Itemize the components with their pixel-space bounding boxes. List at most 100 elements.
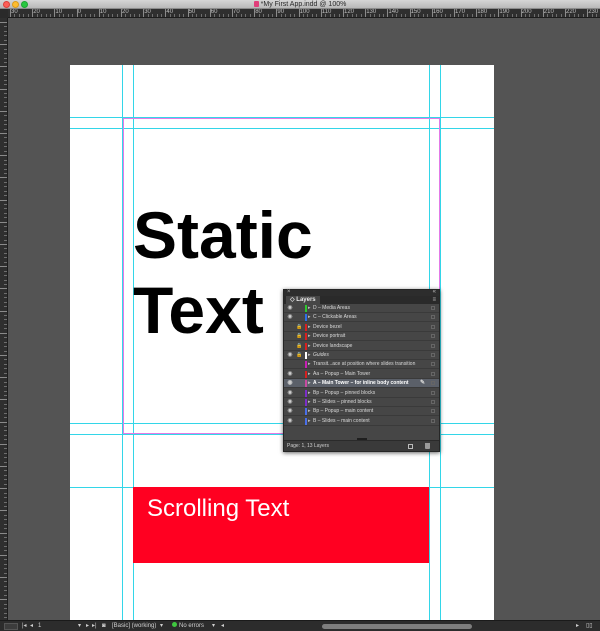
expand-triangle-icon[interactable]: ▸ bbox=[308, 342, 311, 351]
layer-target-box[interactable] bbox=[431, 409, 435, 414]
zoom-field[interactable] bbox=[4, 623, 18, 630]
lock-icon[interactable]: 🔒 bbox=[296, 342, 303, 351]
layer-row[interactable]: ◉ ▸ D – Media Areas bbox=[284, 304, 439, 313]
lock-icon[interactable]: 🔒 bbox=[296, 323, 303, 332]
scroll-right-icon[interactable]: ▸ bbox=[576, 621, 579, 631]
ruler-minor-tick bbox=[4, 412, 7, 414]
visibility-eye-icon[interactable]: ◉ bbox=[286, 370, 294, 379]
visibility-eye-icon[interactable] bbox=[286, 332, 294, 341]
lock-icon[interactable] bbox=[296, 360, 303, 369]
layer-row[interactable]: 🔒 ▸ Device portrait bbox=[284, 332, 439, 342]
expand-triangle-icon[interactable]: ▸ bbox=[308, 389, 311, 398]
visibility-eye-icon[interactable]: ◉ bbox=[286, 417, 294, 426]
prev-page-icon[interactable]: ◂ bbox=[30, 621, 33, 631]
expand-triangle-icon[interactable]: ▸ bbox=[308, 398, 311, 407]
layer-target-box[interactable] bbox=[431, 418, 435, 423]
ruler-minor-tick bbox=[36, 14, 38, 17]
ruler-minor-tick bbox=[4, 550, 7, 552]
split-window-icon[interactable]: ▯▯ bbox=[586, 621, 593, 631]
expand-triangle-icon[interactable]: ▸ bbox=[308, 370, 311, 379]
visibility-eye-icon[interactable]: ◉ bbox=[286, 351, 294, 360]
visibility-eye-icon[interactable]: ◉ bbox=[286, 389, 294, 398]
layer-row[interactable]: ◉ ▸ Bp – Popup – main content bbox=[284, 407, 439, 417]
first-page-icon[interactable]: |◂ bbox=[22, 621, 27, 631]
expand-triangle-icon[interactable]: ▸ bbox=[308, 323, 311, 332]
lock-icon[interactable] bbox=[296, 389, 303, 398]
lock-icon[interactable]: 🔒 bbox=[296, 332, 303, 341]
new-layer-icon[interactable] bbox=[408, 444, 413, 449]
lock-icon[interactable] bbox=[296, 398, 303, 407]
lock-icon[interactable] bbox=[296, 304, 303, 313]
layer-target-box[interactable] bbox=[431, 362, 435, 367]
tab-layers[interactable]: ◇ Layers bbox=[286, 296, 320, 304]
ruler-minor-tick bbox=[378, 14, 380, 17]
visibility-eye-icon[interactable] bbox=[286, 323, 294, 332]
lock-icon[interactable] bbox=[296, 417, 303, 426]
ruler-origin[interactable] bbox=[0, 9, 8, 18]
page-number[interactable]: 1 bbox=[38, 621, 41, 631]
horizontal-scrollbar-thumb[interactable] bbox=[322, 624, 472, 629]
page-menu-chevron-icon[interactable]: ▾ bbox=[78, 621, 81, 631]
layer-row[interactable]: ◉ ▸ Bp – Popup – pinned blocks bbox=[284, 389, 439, 398]
layer-target-box[interactable] bbox=[431, 400, 435, 404]
panel-close-icon[interactable]: × bbox=[287, 289, 291, 296]
layer-row[interactable]: ◉ ▸ A – Main Tower – for inline body conte… bbox=[284, 379, 439, 389]
layer-row[interactable]: ◉ ▸ Aa – Popup – Main Tower bbox=[284, 370, 439, 379]
visibility-eye-icon[interactable]: ◉ bbox=[286, 398, 294, 407]
lock-icon[interactable] bbox=[296, 379, 303, 388]
ruler-minor-tick bbox=[391, 14, 393, 17]
expand-triangle-icon[interactable]: ▸ bbox=[308, 407, 311, 416]
layer-row[interactable]: ◉ ▸ B – Slides – pinned blocks bbox=[284, 398, 439, 407]
scroll-left-icon[interactable]: ◂ bbox=[221, 621, 224, 631]
next-page-icon[interactable]: ▸ bbox=[86, 621, 89, 631]
ruler-minor-tick bbox=[4, 159, 7, 161]
layer-target-box[interactable] bbox=[431, 371, 435, 376]
visibility-eye-icon[interactable]: ◉ bbox=[286, 379, 294, 388]
layer-target-box[interactable] bbox=[431, 315, 435, 320]
lock-icon[interactable]: 🔒 bbox=[296, 351, 303, 360]
visibility-eye-icon[interactable] bbox=[286, 360, 294, 369]
last-page-icon[interactable]: ▸| bbox=[92, 621, 97, 631]
visibility-eye-icon[interactable] bbox=[286, 342, 294, 351]
panel-collapse-icon[interactable]: « bbox=[433, 289, 436, 296]
scrolling-text-frame[interactable]: Scrolling Text bbox=[133, 487, 429, 563]
preflight-menu-chevron-icon[interactable]: ▾ bbox=[212, 621, 215, 631]
layer-row[interactable]: ▸ Transit...ace at position where slides … bbox=[284, 360, 439, 370]
expand-triangle-icon[interactable]: ▸ bbox=[308, 304, 311, 313]
preflight-profile-chevron-icon[interactable]: ▾ bbox=[160, 621, 163, 631]
layer-target-box[interactable] bbox=[431, 343, 435, 348]
layer-row[interactable]: ◉ ▸ B – Slides – main content bbox=[284, 417, 439, 426]
ruler-minor-tick bbox=[4, 474, 7, 476]
horizontal-ruler[interactable]: 30 20 10 0 10 20 30 40 50 60 70 80 90 100 110 120 130 140… bbox=[8, 9, 600, 18]
trash-icon[interactable] bbox=[425, 443, 430, 449]
expand-triangle-icon[interactable]: ▸ bbox=[308, 351, 311, 360]
expand-triangle-icon[interactable]: ▸ bbox=[308, 360, 311, 369]
visibility-eye-icon[interactable]: ◉ bbox=[286, 407, 294, 416]
layer-target-box[interactable] bbox=[431, 306, 435, 310]
layers-panel[interactable]: × « ◇ Layers ≡ ◉ ▸ D – Media Areas ◉ ▸ C – Cl… bbox=[283, 289, 440, 452]
panel-menu-icon[interactable]: ≡ bbox=[432, 296, 436, 304]
layer-row[interactable]: 🔒 ▸ Device landscape bbox=[284, 342, 439, 351]
expand-triangle-icon[interactable]: ▸ bbox=[308, 313, 311, 322]
lock-icon[interactable] bbox=[296, 370, 303, 379]
layer-target-box[interactable] bbox=[431, 324, 435, 329]
layer-target-box[interactable] bbox=[431, 353, 435, 357]
layer-row[interactable]: ◉ ▸ C – Clickable Areas bbox=[284, 313, 439, 323]
layer-target-box[interactable] bbox=[431, 381, 435, 386]
column-guide[interactable] bbox=[440, 65, 441, 620]
expand-triangle-icon[interactable]: ▸ bbox=[308, 417, 311, 426]
preflight-profile[interactable]: [Basic] (working) bbox=[112, 621, 156, 631]
vertical-ruler[interactable] bbox=[0, 18, 8, 620]
lock-icon[interactable] bbox=[296, 313, 303, 322]
layer-row[interactable]: ◉ 🔒 ▸ Guides bbox=[284, 351, 439, 360]
layer-target-box[interactable] bbox=[431, 390, 435, 395]
visibility-eye-icon[interactable]: ◉ bbox=[286, 313, 294, 322]
expand-triangle-icon[interactable]: ▸ bbox=[308, 379, 311, 388]
layer-target-box[interactable] bbox=[431, 334, 435, 339]
lock-icon[interactable] bbox=[296, 407, 303, 416]
layer-row[interactable]: 🔒 ▸ Device bezel bbox=[284, 323, 439, 332]
open-page-icon[interactable]: ◙ bbox=[102, 621, 106, 631]
preflight-status[interactable]: No errors bbox=[172, 621, 204, 631]
visibility-eye-icon[interactable]: ◉ bbox=[286, 304, 294, 313]
expand-triangle-icon[interactable]: ▸ bbox=[308, 332, 311, 341]
